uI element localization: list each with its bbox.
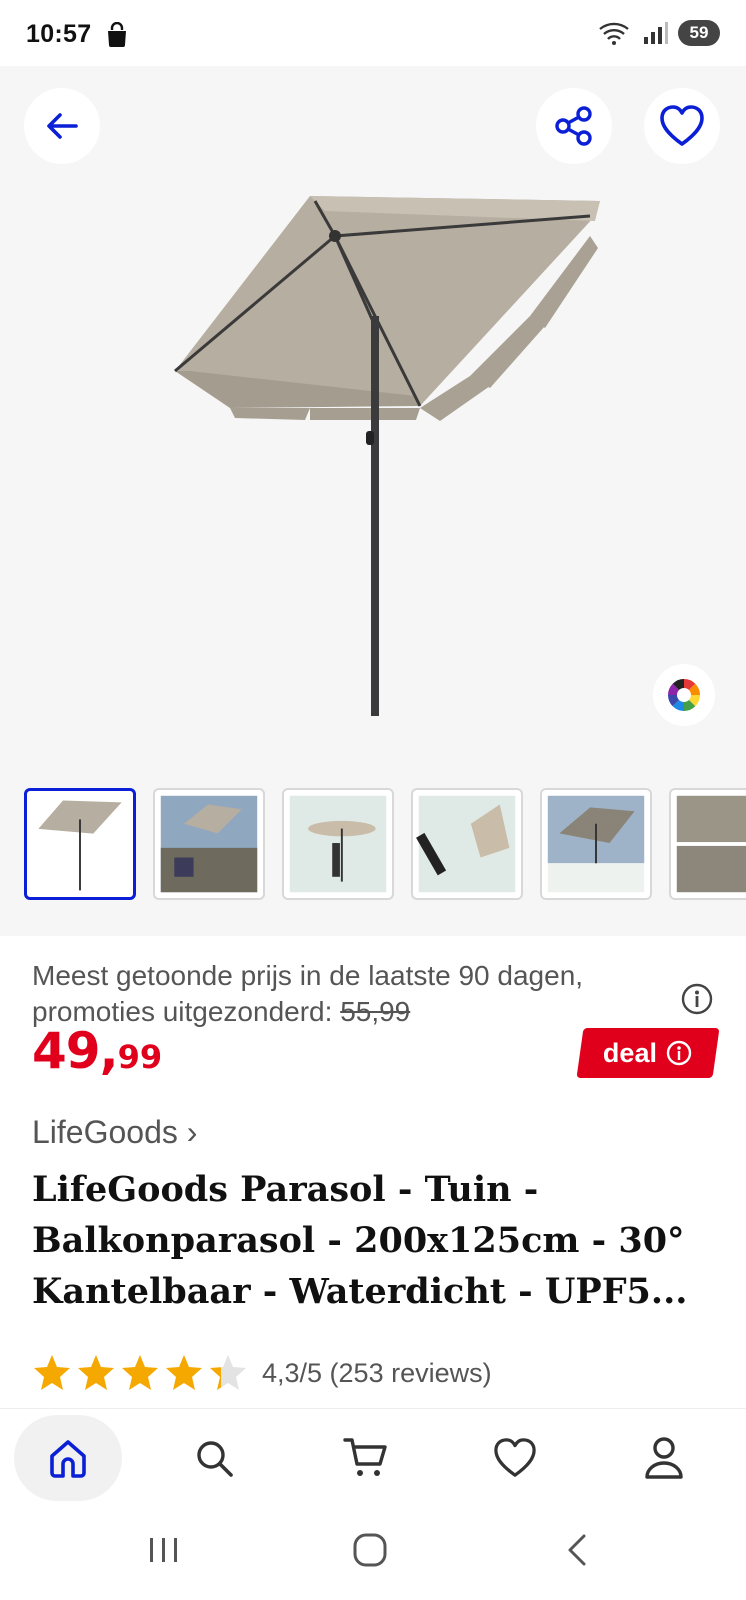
- nav-home[interactable]: [14, 1415, 122, 1501]
- star-icon: [34, 1355, 70, 1390]
- price-integer: 49,: [32, 1022, 119, 1080]
- product-info: Meest getoonde prijs in de laatste 90 da…: [0, 936, 746, 1416]
- system-navigation-bar: [0, 1508, 746, 1600]
- info-icon: [666, 1040, 692, 1066]
- signal-icon: [644, 22, 668, 44]
- share-icon: [555, 106, 592, 146]
- nav-favorites[interactable]: [461, 1415, 569, 1501]
- lowest-price-note: Meest getoonde prijs in de laatste 90 da…: [32, 958, 662, 1030]
- star-icon: [78, 1355, 114, 1390]
- share-button[interactable]: [536, 88, 612, 164]
- price-decimals: 99: [117, 1037, 163, 1076]
- favorite-button[interactable]: [644, 88, 720, 164]
- thumbnail-3[interactable]: [282, 788, 394, 900]
- color-palette-icon: [668, 679, 700, 711]
- product-gallery: [0, 66, 746, 936]
- back-button[interactable]: [24, 88, 100, 164]
- star-rating: [32, 1353, 248, 1393]
- bottom-navigation: [0, 1408, 746, 1509]
- home-icon: [50, 1440, 86, 1478]
- wifi-icon: [599, 22, 629, 45]
- price-note-text: Meest getoonde prijs in de laatste 90 da…: [32, 960, 584, 1027]
- thumbnail-1[interactable]: [24, 788, 136, 900]
- back-nav-icon[interactable]: [560, 1530, 596, 1570]
- info-icon[interactable]: [680, 982, 714, 1016]
- rating-text: 4,3/5 (253 reviews): [262, 1357, 492, 1388]
- thumbnail-2[interactable]: [153, 788, 265, 900]
- search-icon: [197, 1441, 233, 1477]
- thumbnail-strip: [24, 788, 746, 906]
- user-icon: [645, 1437, 683, 1479]
- color-options-button[interactable]: [653, 664, 715, 726]
- arrow-left-icon: [47, 113, 78, 139]
- shopping-bag-icon: [108, 22, 126, 47]
- thumbnail-6[interactable]: [669, 788, 746, 900]
- clock: 10:57: [26, 20, 92, 48]
- star-icon: [166, 1355, 202, 1390]
- product-image: [174, 196, 600, 716]
- heart-icon: [660, 105, 704, 146]
- cart-icon: [343, 1438, 387, 1476]
- brand-link[interactable]: LifeGoods ›: [32, 1114, 197, 1151]
- deal-badge[interactable]: deal: [576, 1028, 720, 1078]
- current-price: 49,99: [32, 1022, 162, 1080]
- recent-apps-icon[interactable]: [146, 1530, 182, 1570]
- star-icon: [122, 1355, 158, 1390]
- nav-cart[interactable]: [312, 1415, 420, 1501]
- star-icon: [210, 1355, 246, 1390]
- status-bar: 10:57 59: [0, 0, 746, 66]
- home-button-icon[interactable]: [350, 1530, 390, 1570]
- rating[interactable]: 4,3/5 (253 reviews): [32, 1353, 492, 1393]
- thumbnail-5[interactable]: [540, 788, 652, 900]
- thumbnail-4[interactable]: [411, 788, 523, 900]
- nav-account[interactable]: [610, 1415, 718, 1501]
- heart-icon: [494, 1438, 536, 1477]
- deal-label: deal: [602, 1037, 658, 1068]
- nav-search[interactable]: [160, 1415, 268, 1501]
- battery-indicator: 59: [678, 20, 720, 46]
- product-title: LifeGoods Parasol - Tuin - Balkonparasol…: [32, 1169, 688, 1312]
- old-price: 55,99: [340, 996, 411, 1027]
